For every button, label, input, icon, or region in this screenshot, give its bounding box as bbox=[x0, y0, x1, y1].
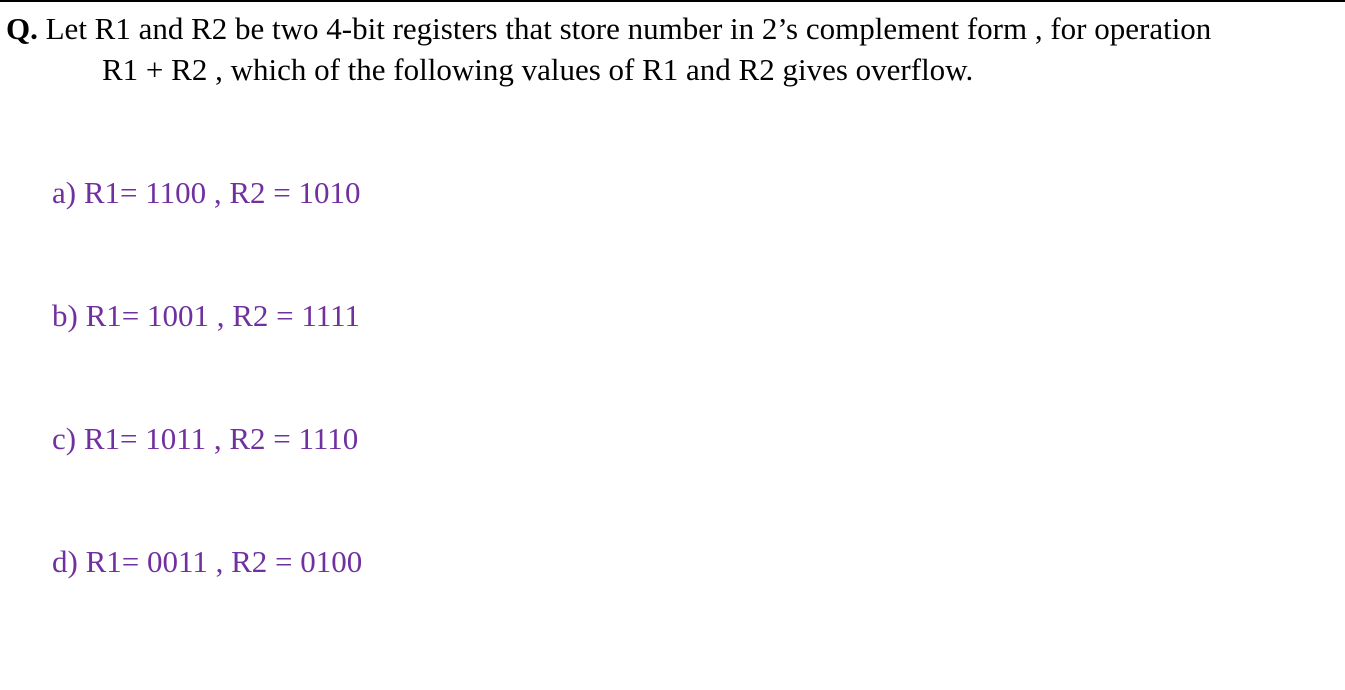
question-line-1-text: Let R1 and R2 be two 4-bit registers tha… bbox=[37, 11, 1212, 46]
question-text: Q. Let R1 and R2 be two 4-bit registers … bbox=[6, 8, 1341, 90]
option-b: b) R1= 1001 , R2 = 1111 bbox=[52, 298, 360, 333]
question-prefix: Q. bbox=[6, 11, 38, 46]
top-divider bbox=[0, 0, 1345, 2]
option-d: d) R1= 0011 , R2 = 0100 bbox=[52, 544, 363, 579]
question-line-1: Q. Let R1 and R2 be two 4-bit registers … bbox=[6, 8, 1341, 49]
answer-options: a) R1= 1100 , R2 = 1010 b) R1= 1001 , R2… bbox=[52, 90, 362, 623]
option-a: a) R1= 1100 , R2 = 1010 bbox=[52, 175, 361, 210]
option-c: c) R1= 1011 , R2 = 1110 bbox=[52, 421, 359, 456]
question-line-2: R1 + R2 , which of the following values … bbox=[102, 52, 974, 87]
